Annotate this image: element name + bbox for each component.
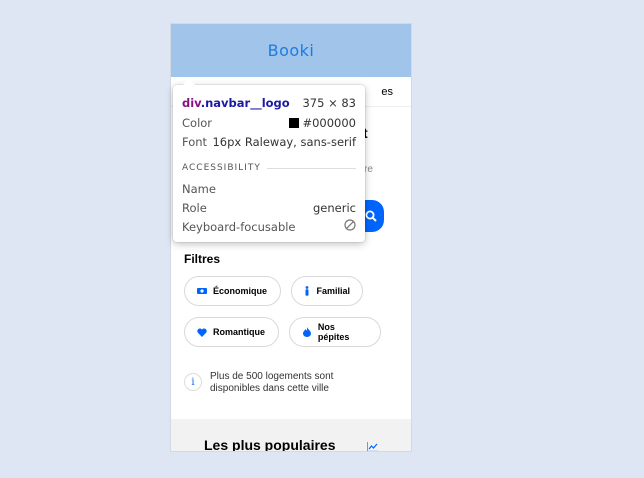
devtools-inspect-tooltip: div.navbar__logo 375 × 83 Color #000000 … [173,79,365,242]
not-focusable-icon [344,219,356,234]
popular-title: Les plus populaires [204,437,336,451]
tooltip-font-row: Font 16px Raleway, sans-serif [182,132,356,151]
tooltip-role-row: Role generic [182,198,356,217]
accessibility-section-header: ACCESSIBILITY [182,161,356,175]
element-tag: div [182,96,201,110]
info-message: i Plus de 500 logements sont disponibles… [184,371,360,395]
filter-label: Nos pépites [317,322,350,342]
money-icon [197,286,207,296]
tooltip-focus-row: Keyboard-focusable [182,217,356,236]
font-value: 16px Raleway, sans-serif [212,134,356,149]
search-icon [365,210,377,222]
element-selector: div.navbar__logo [182,96,290,110]
filter-romantique[interactable]: Romantique [184,317,279,347]
name-label: Name [182,181,216,196]
role-label: Role [182,200,207,215]
filter-label: Économique [213,286,268,296]
color-value-wrap: #000000 [289,116,356,130]
tooltip-name-row: Name [182,179,356,198]
info-text: Plus de 500 logements sont disponibles d… [210,371,334,394]
filter-label: Familial [316,286,350,296]
hero-sub-partial: re [364,164,373,175]
fire-icon [302,327,312,337]
tooltip-header: div.navbar__logo 375 × 83 [182,93,356,113]
popular-section: Les plus populaires [171,419,411,451]
logo-text: Booki [267,41,315,60]
color-value: #000000 [302,115,356,130]
focus-label: Keyboard-focusable [182,219,296,234]
navbar-logo[interactable]: Booki [171,24,411,77]
nav-link-partial[interactable]: es [381,86,393,98]
filter-economique[interactable]: Économique [184,276,281,306]
tooltip-color-row: Color #000000 [182,113,356,132]
color-swatch [289,117,300,128]
section-divider [266,167,356,169]
filter-familial[interactable]: Familial [291,276,363,306]
filters-title: Filtres [184,252,221,266]
filter-nos-pepites[interactable]: Nos pépites [289,317,381,347]
filter-label: Romantique [213,327,266,337]
color-label: Color [182,115,213,130]
person-icon [304,286,310,296]
chart-line-icon [366,439,378,451]
heart-icon [197,327,207,337]
font-label: Font [182,134,208,149]
info-icon: i [184,373,202,391]
accessibility-label: ACCESSIBILITY [182,163,261,173]
role-value: generic [313,200,356,215]
element-class: .navbar__logo [200,96,290,110]
element-size: 375 × 83 [302,96,356,110]
